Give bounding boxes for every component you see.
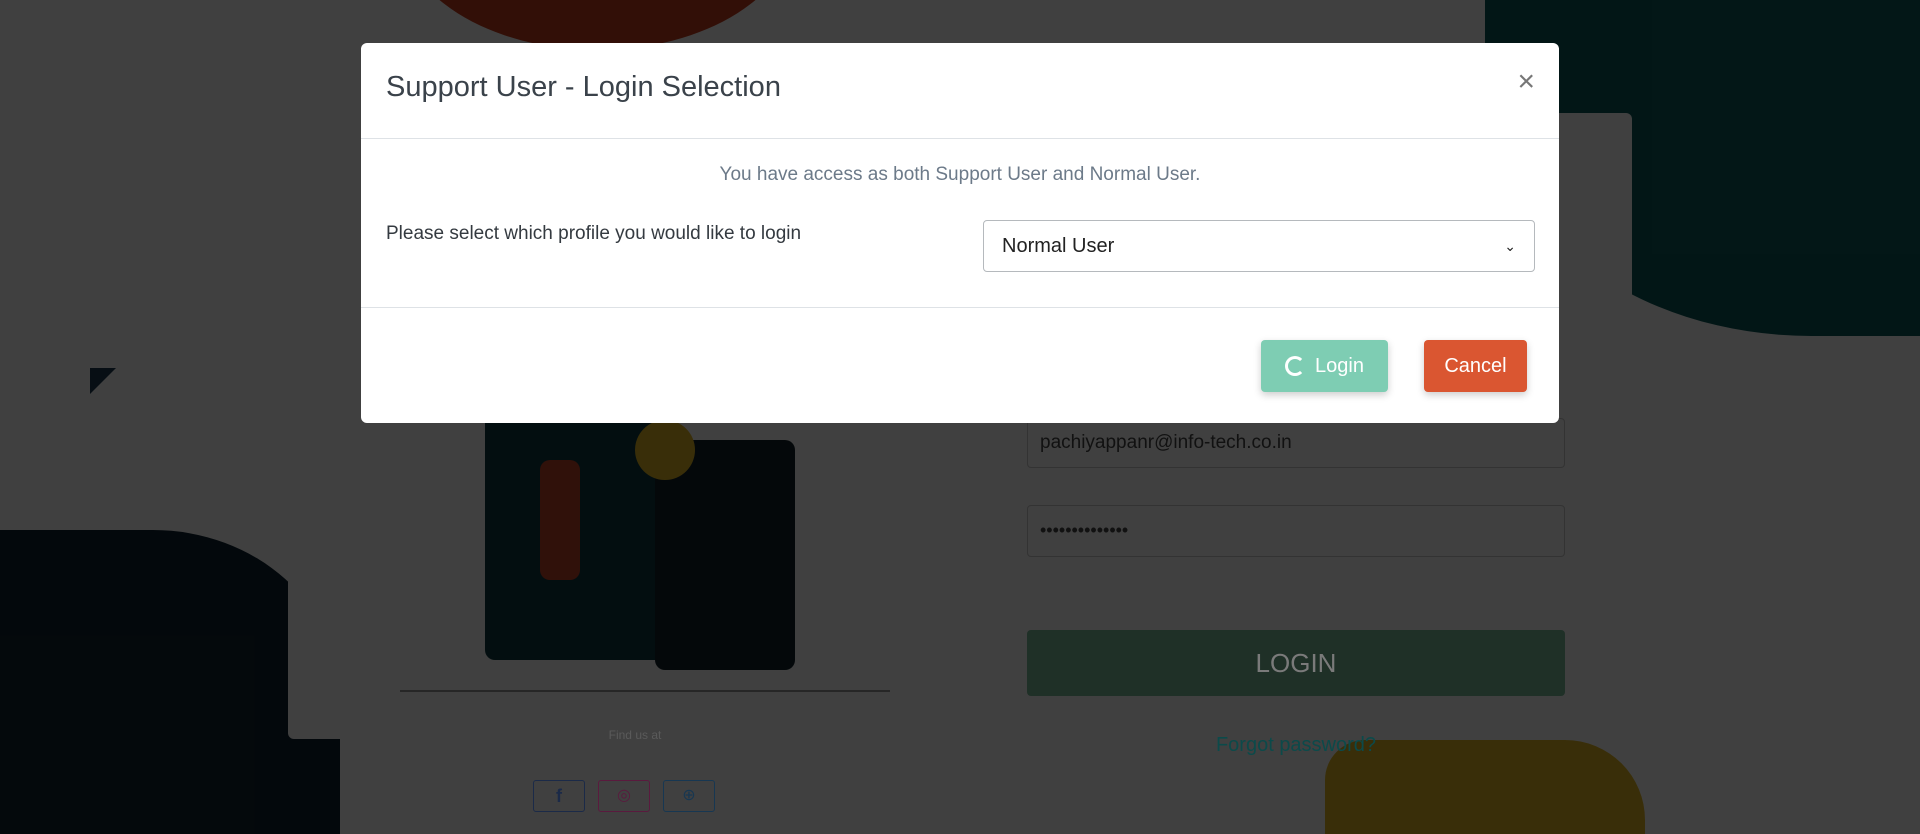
modal-body: You have access as both Support User and…: [361, 139, 1559, 308]
instagram-icon[interactable]: ◎: [598, 780, 650, 812]
access-info-text: You have access as both Support User and…: [719, 164, 1201, 185]
facebook-icon[interactable]: f: [533, 780, 585, 812]
email-input[interactable]: pachiyappanr@info-tech.co.in: [1027, 418, 1565, 468]
modal-title: Support User - Login Selection: [386, 71, 781, 103]
chevron-down-icon: ⌄: [1504, 237, 1516, 254]
profile-select-label: Please select which profile you would li…: [386, 223, 802, 244]
cancel-button[interactable]: Cancel: [1424, 340, 1527, 392]
profile-select-value: Normal User: [1002, 234, 1115, 257]
login-button-label: Login: [1315, 354, 1364, 377]
login-submit-button[interactable]: LOGIN: [1027, 630, 1565, 696]
login-button[interactable]: Login: [1261, 340, 1388, 392]
website-icon[interactable]: ⊕: [663, 780, 715, 812]
forgot-password-link[interactable]: Forgot password?: [1150, 734, 1442, 757]
modal-header: Support User - Login Selection ×: [361, 43, 1559, 139]
spinner-icon: [1285, 356, 1306, 376]
cancel-button-label: Cancel: [1444, 354, 1507, 377]
close-icon[interactable]: ×: [1517, 67, 1535, 97]
login-selection-modal: Support User - Login Selection × You hav…: [361, 43, 1559, 423]
profile-select[interactable]: Normal User ⌄: [983, 220, 1535, 272]
find-us-label: Find us at: [608, 728, 662, 742]
password-input[interactable]: ••••••••••••••: [1027, 505, 1565, 557]
